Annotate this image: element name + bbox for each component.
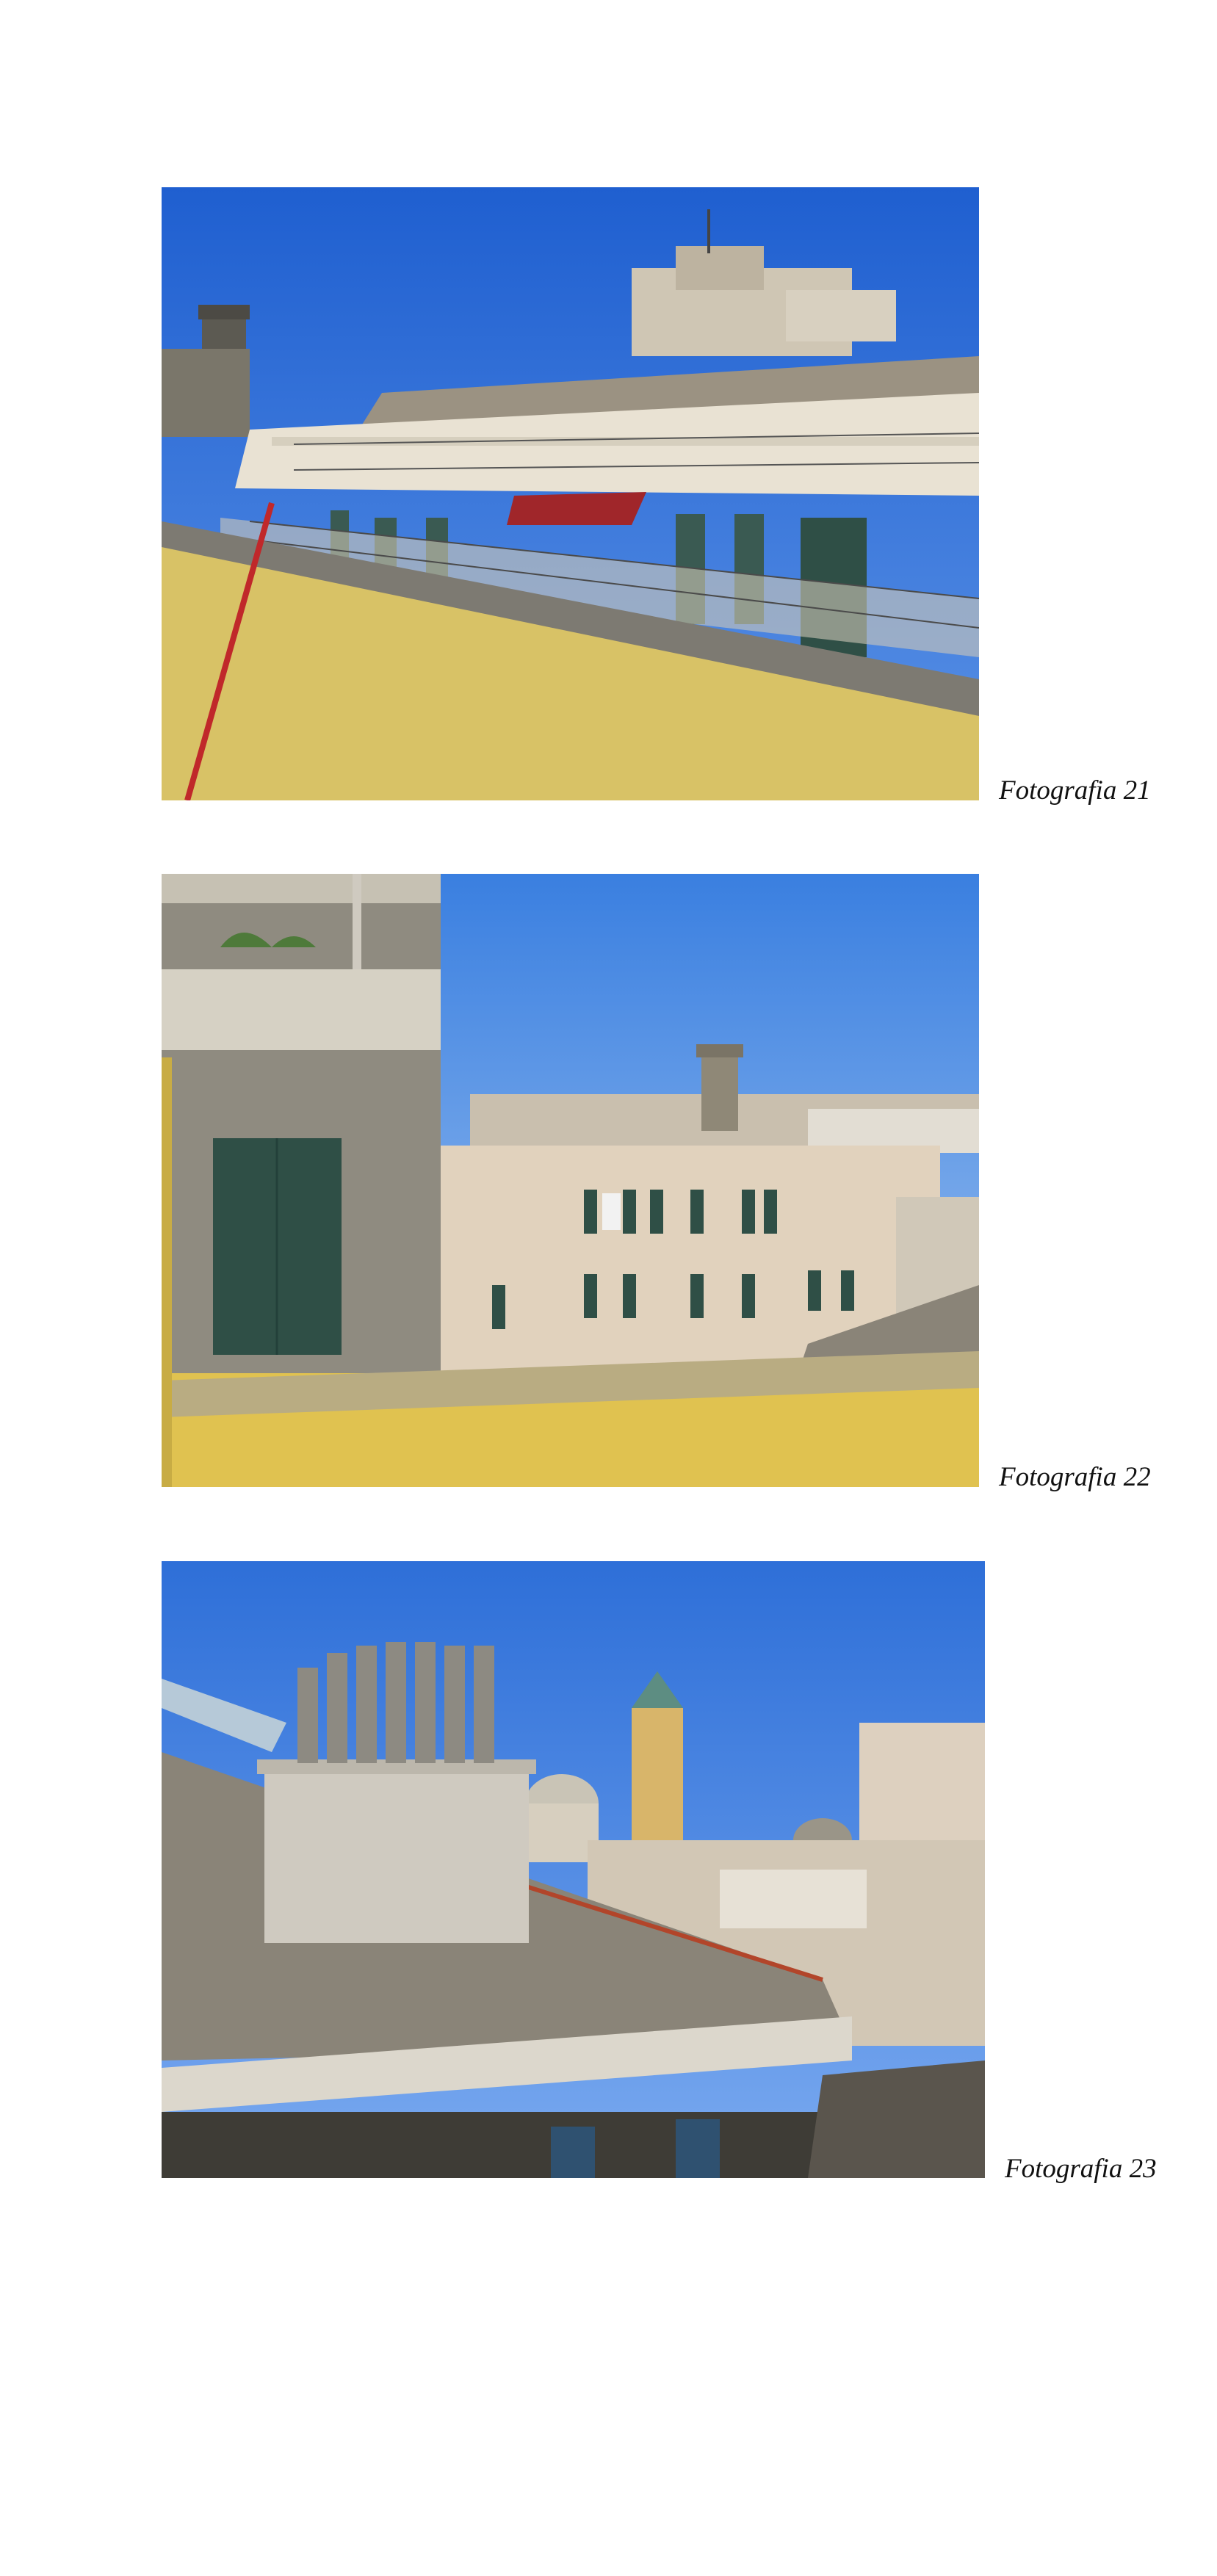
rooftop-terraces-photo bbox=[162, 187, 979, 800]
photo-caption: Fotografia 23 bbox=[1005, 2154, 1157, 2184]
chimneys-and-domes-photo bbox=[162, 1561, 985, 2178]
courtyard-buildings-photo bbox=[162, 874, 979, 1487]
photo-caption: Fotografia 22 bbox=[999, 1462, 1151, 1492]
photo-caption: Fotografia 21 bbox=[999, 775, 1151, 806]
